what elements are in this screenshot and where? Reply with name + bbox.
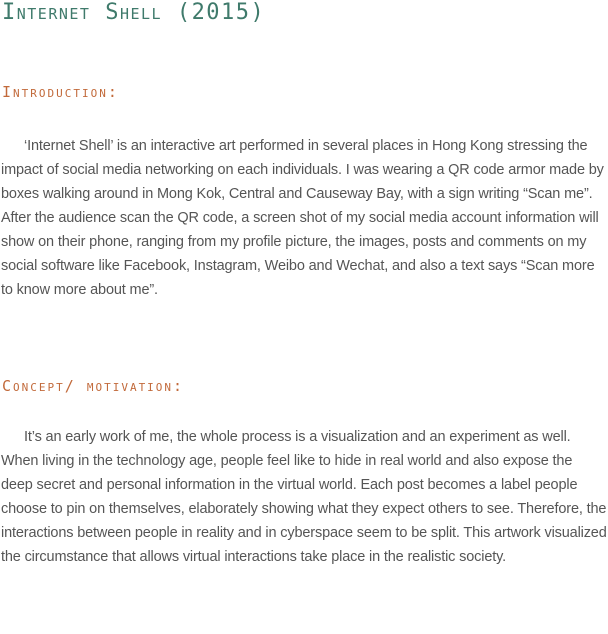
page-title: Internet Shell (2015) [2, 0, 266, 25]
concept-motivation-paragraph: It’s an early work of me, the whole proc… [1, 429, 607, 565]
concept-motivation-heading: Concept/ motivation: [2, 377, 185, 395]
article: Internet Shell (2015) Introduction: ‘Int… [0, 0, 608, 634]
introduction-heading: Introduction: [2, 83, 119, 101]
introduction-paragraph: ‘Internet Shell’ is an interactive art p… [1, 138, 604, 298]
